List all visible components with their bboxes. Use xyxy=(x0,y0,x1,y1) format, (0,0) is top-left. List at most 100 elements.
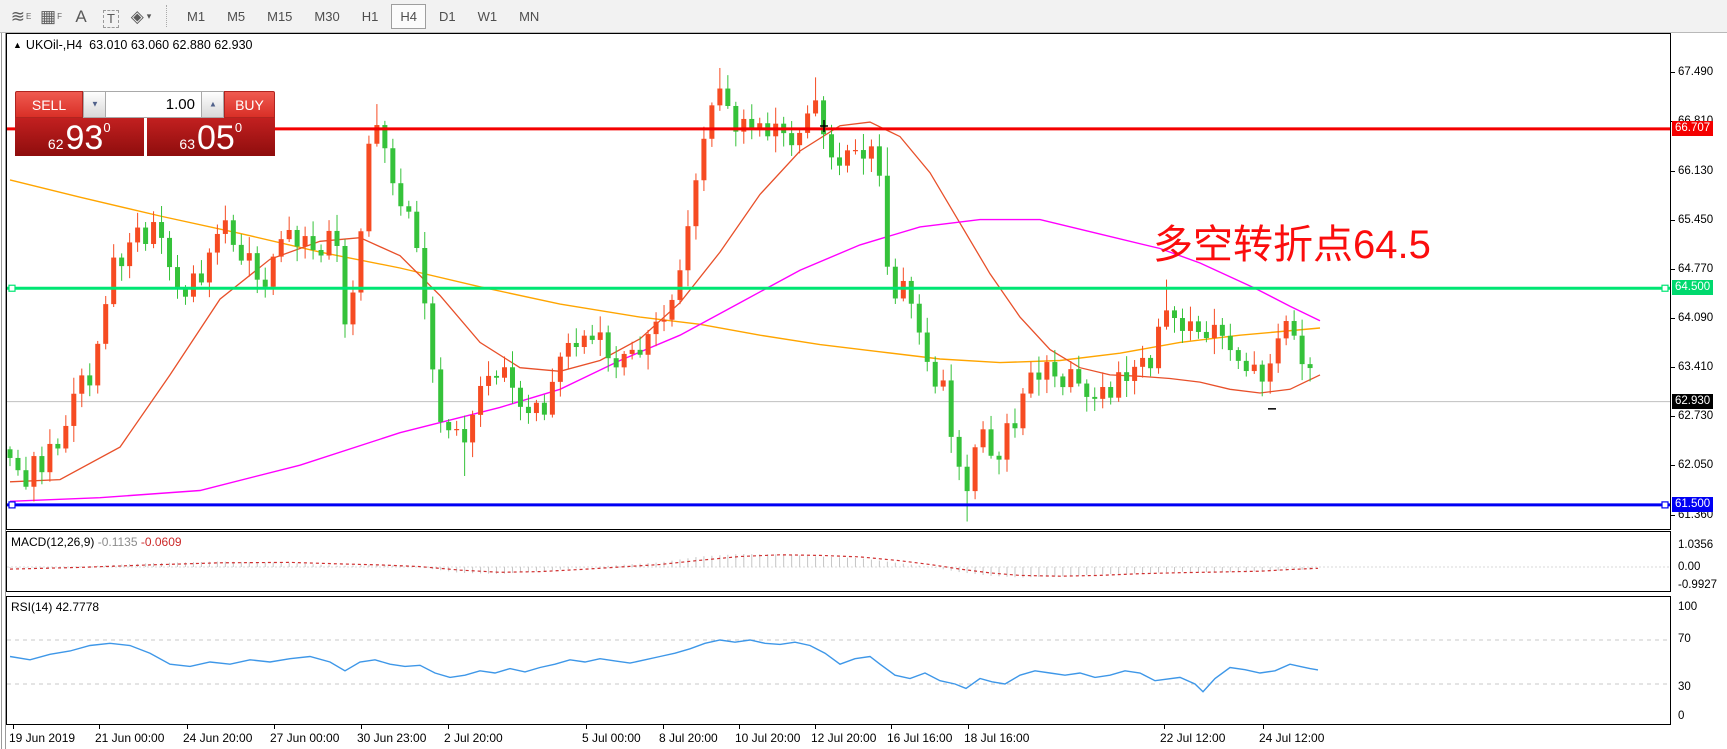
sell-button[interactable]: SELL xyxy=(15,91,83,118)
price-tick-mark xyxy=(1671,416,1675,417)
spin-down-icon: ▼ xyxy=(91,100,99,109)
time-tick-label: 24 Jun 20:00 xyxy=(183,731,252,745)
time-tick-label: 10 Jul 20:00 xyxy=(735,731,800,745)
rsi-scale-label: 0 xyxy=(1678,709,1684,723)
top-toolbar: ≋E▦FAT◈▾ M1M5M15M30H1H4D1W1MN xyxy=(0,0,1727,33)
price-tick-label: 64.770 xyxy=(1678,262,1713,276)
price-tick-label: 64.090 xyxy=(1678,311,1713,325)
ma-mid-line xyxy=(10,122,1320,482)
time-tick-mark xyxy=(815,725,816,729)
price-tick-label: 62.730 xyxy=(1678,409,1713,423)
time-tick-mark xyxy=(187,725,188,729)
sell-price-small: 62 xyxy=(48,133,64,155)
macd-indicator-pane[interactable]: MACD(12,26,9) -0.1135 -0.0609 xyxy=(6,531,1671,592)
rsi-value: 42.7778 xyxy=(56,600,99,614)
macd-chart[interactable] xyxy=(7,532,1670,591)
price-tick-mark xyxy=(1671,367,1675,368)
ma-slow-line xyxy=(10,220,1320,502)
objects-icon[interactable]: ◈▾ xyxy=(128,4,154,28)
volume-decrease-button[interactable]: ▼ xyxy=(83,91,106,118)
toolbar-icon-group: ≋E▦FAT◈▾ xyxy=(6,4,156,28)
time-tick-mark xyxy=(99,725,100,729)
price-badge-64.500: 64.500 xyxy=(1672,280,1713,295)
chart-symbol: UKOil-,H4 xyxy=(26,38,82,52)
sell-price-sup: 0 xyxy=(103,121,110,134)
buy-price-display[interactable]: 63050 xyxy=(147,118,276,156)
rsi-indicator-pane[interactable]: RSI(14) 42.7778 xyxy=(6,596,1671,725)
sell-price-display[interactable]: 62930 xyxy=(15,118,144,156)
time-tick-mark xyxy=(13,725,14,729)
spin-up-icon: ▲ xyxy=(209,100,217,109)
price-tick-label: 62.050 xyxy=(1678,458,1713,472)
time-tick-mark xyxy=(663,725,664,729)
time-tick-mark xyxy=(448,725,449,729)
price-tick-label: 65.450 xyxy=(1678,213,1713,227)
time-tick-mark xyxy=(361,725,362,729)
rsi-scale-label: 30 xyxy=(1678,680,1691,694)
symbol-triangle-icon: ▲ xyxy=(13,40,22,50)
macd-scale-label: 1.0356 xyxy=(1678,538,1713,552)
time-tick-label: 30 Jun 23:00 xyxy=(357,731,426,745)
price-tick-mark xyxy=(1671,171,1675,172)
buy-price-big: 05 xyxy=(197,121,235,155)
horizontal-lines[interactable] xyxy=(7,129,1670,508)
toolbar-separator xyxy=(166,5,168,27)
price-tick-label: 66.130 xyxy=(1678,164,1713,178)
indicator-window-icon[interactable]: ▦F xyxy=(38,4,64,28)
timeframe-m15[interactable]: M15 xyxy=(258,4,301,29)
price-tick-label: 67.490 xyxy=(1678,65,1713,79)
timeframe-h1[interactable]: H1 xyxy=(353,4,388,29)
time-tick-label: 12 Jul 20:00 xyxy=(811,731,876,745)
indicators-icon[interactable]: ≋E xyxy=(8,4,34,28)
volume-increase-button[interactable]: ▲ xyxy=(201,91,224,118)
price-badge-66.707: 66.707 xyxy=(1672,121,1713,136)
rsi-label: RSI(14) 42.7778 xyxy=(11,600,99,614)
price-axis[interactable]: 67.49066.81066.13065.45064.77064.09063.4… xyxy=(1671,33,1727,725)
macd-label: MACD(12,26,9) -0.1135 -0.0609 xyxy=(11,535,182,549)
price-chart-pane[interactable]: ▲ UKOil-,H4 63.010 63.060 62.880 62.930 多… xyxy=(6,33,1671,530)
ma-fast-line xyxy=(10,180,1320,363)
price-tick-mark xyxy=(1671,318,1675,319)
volume-input[interactable] xyxy=(106,91,201,118)
macd-histogram xyxy=(10,554,1310,577)
time-tick-label: 2 Jul 20:00 xyxy=(444,731,503,745)
time-tick-mark xyxy=(968,725,969,729)
text-label-icon[interactable]: A xyxy=(68,4,94,28)
macd-value-signal: -0.0609 xyxy=(141,535,182,549)
time-tick-label: 19 Jun 2019 xyxy=(9,731,75,745)
chart-ohlc-values: 63.010 63.060 62.880 62.930 xyxy=(89,38,252,52)
timeframe-m1[interactable]: M1 xyxy=(178,4,214,29)
buy-price-small: 63 xyxy=(179,133,195,155)
price-tick-mark xyxy=(1671,515,1675,516)
time-tick-label: 22 Jul 12:00 xyxy=(1160,731,1225,745)
text-box-icon[interactable]: T xyxy=(98,4,124,28)
chart-title: ▲ UKOil-,H4 63.010 63.060 62.880 62.930 xyxy=(13,38,253,52)
macd-scale-label: -0.9927 xyxy=(1678,578,1717,592)
rsi-chart[interactable] xyxy=(7,597,1670,724)
buy-button[interactable]: BUY xyxy=(224,91,275,118)
timeframe-mn[interactable]: MN xyxy=(510,4,548,29)
timeframe-d1[interactable]: D1 xyxy=(430,4,465,29)
time-axis[interactable]: 19 Jun 201921 Jun 00:0024 Jun 20:0027 Ju… xyxy=(6,725,1671,749)
macd-value-main: -0.1135 xyxy=(98,535,138,549)
timeframe-h4[interactable]: H4 xyxy=(391,4,426,29)
price-tick-mark xyxy=(1671,465,1675,466)
buy-price-sup: 0 xyxy=(235,121,242,134)
time-tick-mark xyxy=(891,725,892,729)
chart-annotation-text: 多空转折点64.5 xyxy=(1153,212,1431,270)
sell-price-big: 93 xyxy=(66,121,104,155)
time-tick-label: 16 Jul 16:00 xyxy=(887,731,952,745)
timeframe-w1[interactable]: W1 xyxy=(469,4,507,29)
timeframe-m30[interactable]: M30 xyxy=(305,4,348,29)
time-tick-label: 8 Jul 20:00 xyxy=(659,731,718,745)
one-click-trading-panel: SELL ▼ ▲ BUY 62930 63050 xyxy=(15,91,275,156)
rsi-scale-label: 70 xyxy=(1678,632,1691,646)
price-tick-mark xyxy=(1671,220,1675,221)
price-badge-62.930: 62.930 xyxy=(1672,394,1713,409)
time-tick-mark xyxy=(739,725,740,729)
time-tick-mark xyxy=(1263,725,1264,729)
timeframe-button-group: M1M5M15M30H1H4D1W1MN xyxy=(176,4,550,29)
timeframe-m5[interactable]: M5 xyxy=(218,4,254,29)
time-tick-label: 21 Jun 00:00 xyxy=(95,731,164,745)
time-tick-mark xyxy=(1164,725,1165,729)
